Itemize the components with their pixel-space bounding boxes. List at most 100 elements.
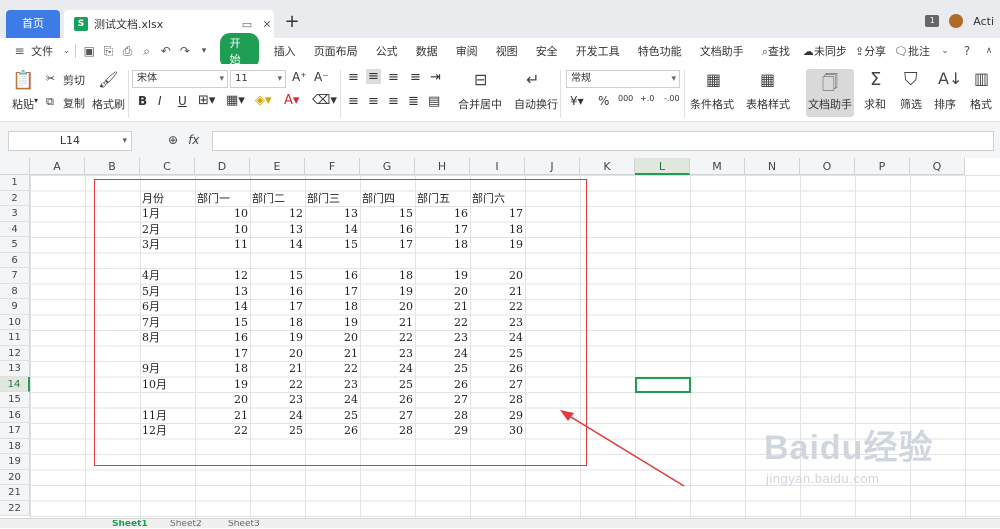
tab-security[interactable]: 安全 bbox=[527, 43, 567, 59]
collapse-ribbon-icon[interactable]: ∧ bbox=[978, 46, 1000, 56]
row-header-7[interactable]: 7 bbox=[0, 268, 30, 284]
font-size-select[interactable]: 11 bbox=[230, 70, 286, 88]
row-header-3[interactable]: 3 bbox=[0, 206, 30, 222]
tab-insert[interactable]: 插入 bbox=[265, 43, 305, 59]
justify-icon[interactable]: ≣ bbox=[408, 94, 419, 109]
fill-pattern-icon[interactable]: ▦▾ bbox=[226, 93, 245, 108]
row-header-6[interactable]: 6 bbox=[0, 252, 30, 268]
orientation-icon[interactable]: ≡ bbox=[410, 70, 421, 85]
file-menu[interactable]: 文件 bbox=[29, 43, 62, 59]
column-header-l[interactable]: L bbox=[635, 158, 690, 175]
column-header-b[interactable]: B bbox=[85, 158, 140, 175]
align-middle-icon[interactable]: ≡ bbox=[366, 69, 381, 84]
decrease-font-icon[interactable]: A⁻ bbox=[314, 70, 329, 84]
format-painter-button[interactable]: 格式刷 bbox=[92, 96, 125, 112]
cut-button[interactable]: 剪切 bbox=[63, 72, 85, 88]
wrap-text-icon[interactable]: ↵ bbox=[526, 70, 539, 89]
copy-icon[interactable]: ⧉ bbox=[46, 95, 54, 109]
filter-icon[interactable]: ⛉ bbox=[904, 69, 918, 90]
hamburger-icon[interactable]: ≡ bbox=[10, 44, 29, 58]
formula-input[interactable] bbox=[212, 131, 994, 151]
column-header-e[interactable]: E bbox=[250, 158, 305, 175]
help-icon[interactable]: ? bbox=[956, 44, 978, 58]
tab-review[interactable]: 审阅 bbox=[447, 43, 487, 59]
undo-icon[interactable]: ↶ bbox=[156, 44, 175, 58]
bold-icon[interactable]: B bbox=[138, 94, 147, 108]
currency-icon[interactable]: ¥▾ bbox=[570, 94, 584, 108]
format-painter-icon[interactable]: 🖌 bbox=[98, 70, 118, 89]
merge-center-button[interactable]: 合并居中 bbox=[458, 96, 502, 112]
close-tab-icon[interactable]: ✕ bbox=[260, 18, 274, 31]
customize-chevron-icon[interactable]: ▾ bbox=[194, 46, 213, 56]
filter-button[interactable]: 筛选 bbox=[900, 96, 922, 112]
column-header-a[interactable]: A bbox=[30, 158, 85, 175]
active-cell-selection[interactable] bbox=[635, 376, 691, 393]
conditional-format-button[interactable]: 条件格式 bbox=[690, 96, 734, 112]
row-header-2[interactable]: 2 bbox=[0, 190, 30, 206]
row-header-21[interactable]: 21 bbox=[0, 485, 30, 501]
font-name-select[interactable]: 宋体 bbox=[132, 70, 228, 88]
share-button[interactable]: ⇪分享 bbox=[851, 43, 890, 59]
align-right-icon[interactable]: ≡ bbox=[388, 94, 399, 109]
paste-icon[interactable]: 📋 bbox=[12, 70, 34, 91]
align-bottom-icon[interactable]: ≡ bbox=[388, 70, 399, 85]
row-header-13[interactable]: 13 bbox=[0, 361, 30, 377]
sort-button[interactable]: 排序 bbox=[934, 96, 956, 112]
number-format-select[interactable]: 常规 bbox=[566, 70, 680, 88]
increase-font-icon[interactable]: A⁺ bbox=[292, 70, 307, 84]
home-tab[interactable]: 首页 bbox=[6, 10, 60, 38]
align-center-icon[interactable]: ≡ bbox=[368, 94, 379, 109]
paste-button[interactable]: 粘贴 bbox=[12, 96, 34, 112]
row-header-1[interactable]: 1 bbox=[0, 175, 30, 191]
underline-icon[interactable]: U bbox=[178, 94, 187, 108]
comment-button[interactable]: 🗨批注 bbox=[890, 43, 934, 59]
merge-center-icon[interactable]: ⊟ bbox=[474, 70, 487, 89]
column-header-d[interactable]: D bbox=[195, 158, 250, 175]
column-header-i[interactable]: I bbox=[470, 158, 525, 175]
row-header-18[interactable]: 18 bbox=[0, 438, 30, 454]
tab-view[interactable]: 视图 bbox=[487, 43, 527, 59]
save-icon[interactable]: ▣ bbox=[80, 44, 99, 58]
decrease-decimal-icon[interactable]: -.00 bbox=[664, 94, 680, 103]
tab-doc-assistant[interactable]: 文档助手 bbox=[691, 43, 753, 59]
redo-icon[interactable]: ↷ bbox=[175, 44, 194, 58]
column-header-k[interactable]: K bbox=[580, 158, 635, 175]
indent-icon[interactable]: ⇥ bbox=[430, 70, 441, 85]
print-preview-icon[interactable]: ⌕ bbox=[137, 44, 156, 59]
sync-status[interactable]: ☁未同步 bbox=[799, 43, 851, 59]
sum-button[interactable]: 求和 bbox=[864, 96, 886, 112]
cut-icon[interactable]: ✂ bbox=[46, 72, 55, 85]
row-header-5[interactable]: 5 bbox=[0, 237, 30, 253]
avatar[interactable] bbox=[949, 14, 964, 28]
doc-helper-icon[interactable]: 🗍 bbox=[822, 72, 838, 99]
column-header-q[interactable]: Q bbox=[910, 158, 965, 175]
tab-formulas[interactable]: 公式 bbox=[367, 43, 407, 59]
row-header-14[interactable]: 14 bbox=[0, 376, 30, 392]
tab-page-layout[interactable]: 页面布局 bbox=[305, 43, 367, 59]
format-button[interactable]: 格式 bbox=[970, 96, 992, 112]
sum-icon[interactable]: Σ bbox=[870, 69, 881, 90]
row-header-10[interactable]: 10 bbox=[0, 314, 30, 330]
format-icon[interactable]: ▥ bbox=[974, 69, 989, 88]
chevron-down-icon[interactable]: ▾ bbox=[122, 132, 127, 150]
row-header-20[interactable]: 20 bbox=[0, 469, 30, 485]
distributed-icon[interactable]: ▤ bbox=[428, 94, 440, 109]
row-header-4[interactable]: 4 bbox=[0, 221, 30, 237]
column-header-n[interactable]: N bbox=[745, 158, 800, 175]
row-header-22[interactable]: 22 bbox=[0, 500, 30, 516]
tab-data[interactable]: 数据 bbox=[407, 43, 447, 59]
export-pdf-icon[interactable]: ⎘ bbox=[99, 44, 118, 59]
row-header-15[interactable]: 15 bbox=[0, 392, 30, 408]
window-count-badge[interactable]: 1 bbox=[925, 15, 940, 27]
copy-button[interactable]: 复制 bbox=[63, 95, 85, 111]
column-header-j[interactable]: J bbox=[525, 158, 580, 175]
chevron-down-icon[interactable]: ⌄ bbox=[62, 46, 71, 56]
border-icon[interactable]: ⊞▾ bbox=[198, 93, 215, 108]
table-style-icon[interactable]: ▦ bbox=[760, 70, 775, 89]
clear-format-icon[interactable]: ⌫▾ bbox=[312, 93, 337, 108]
row-header-11[interactable]: 11 bbox=[0, 330, 30, 346]
row-header-16[interactable]: 16 bbox=[0, 407, 30, 423]
fx-icon[interactable]: fx bbox=[188, 133, 199, 147]
italic-icon[interactable]: I bbox=[158, 94, 162, 108]
column-header-o[interactable]: O bbox=[800, 158, 855, 175]
